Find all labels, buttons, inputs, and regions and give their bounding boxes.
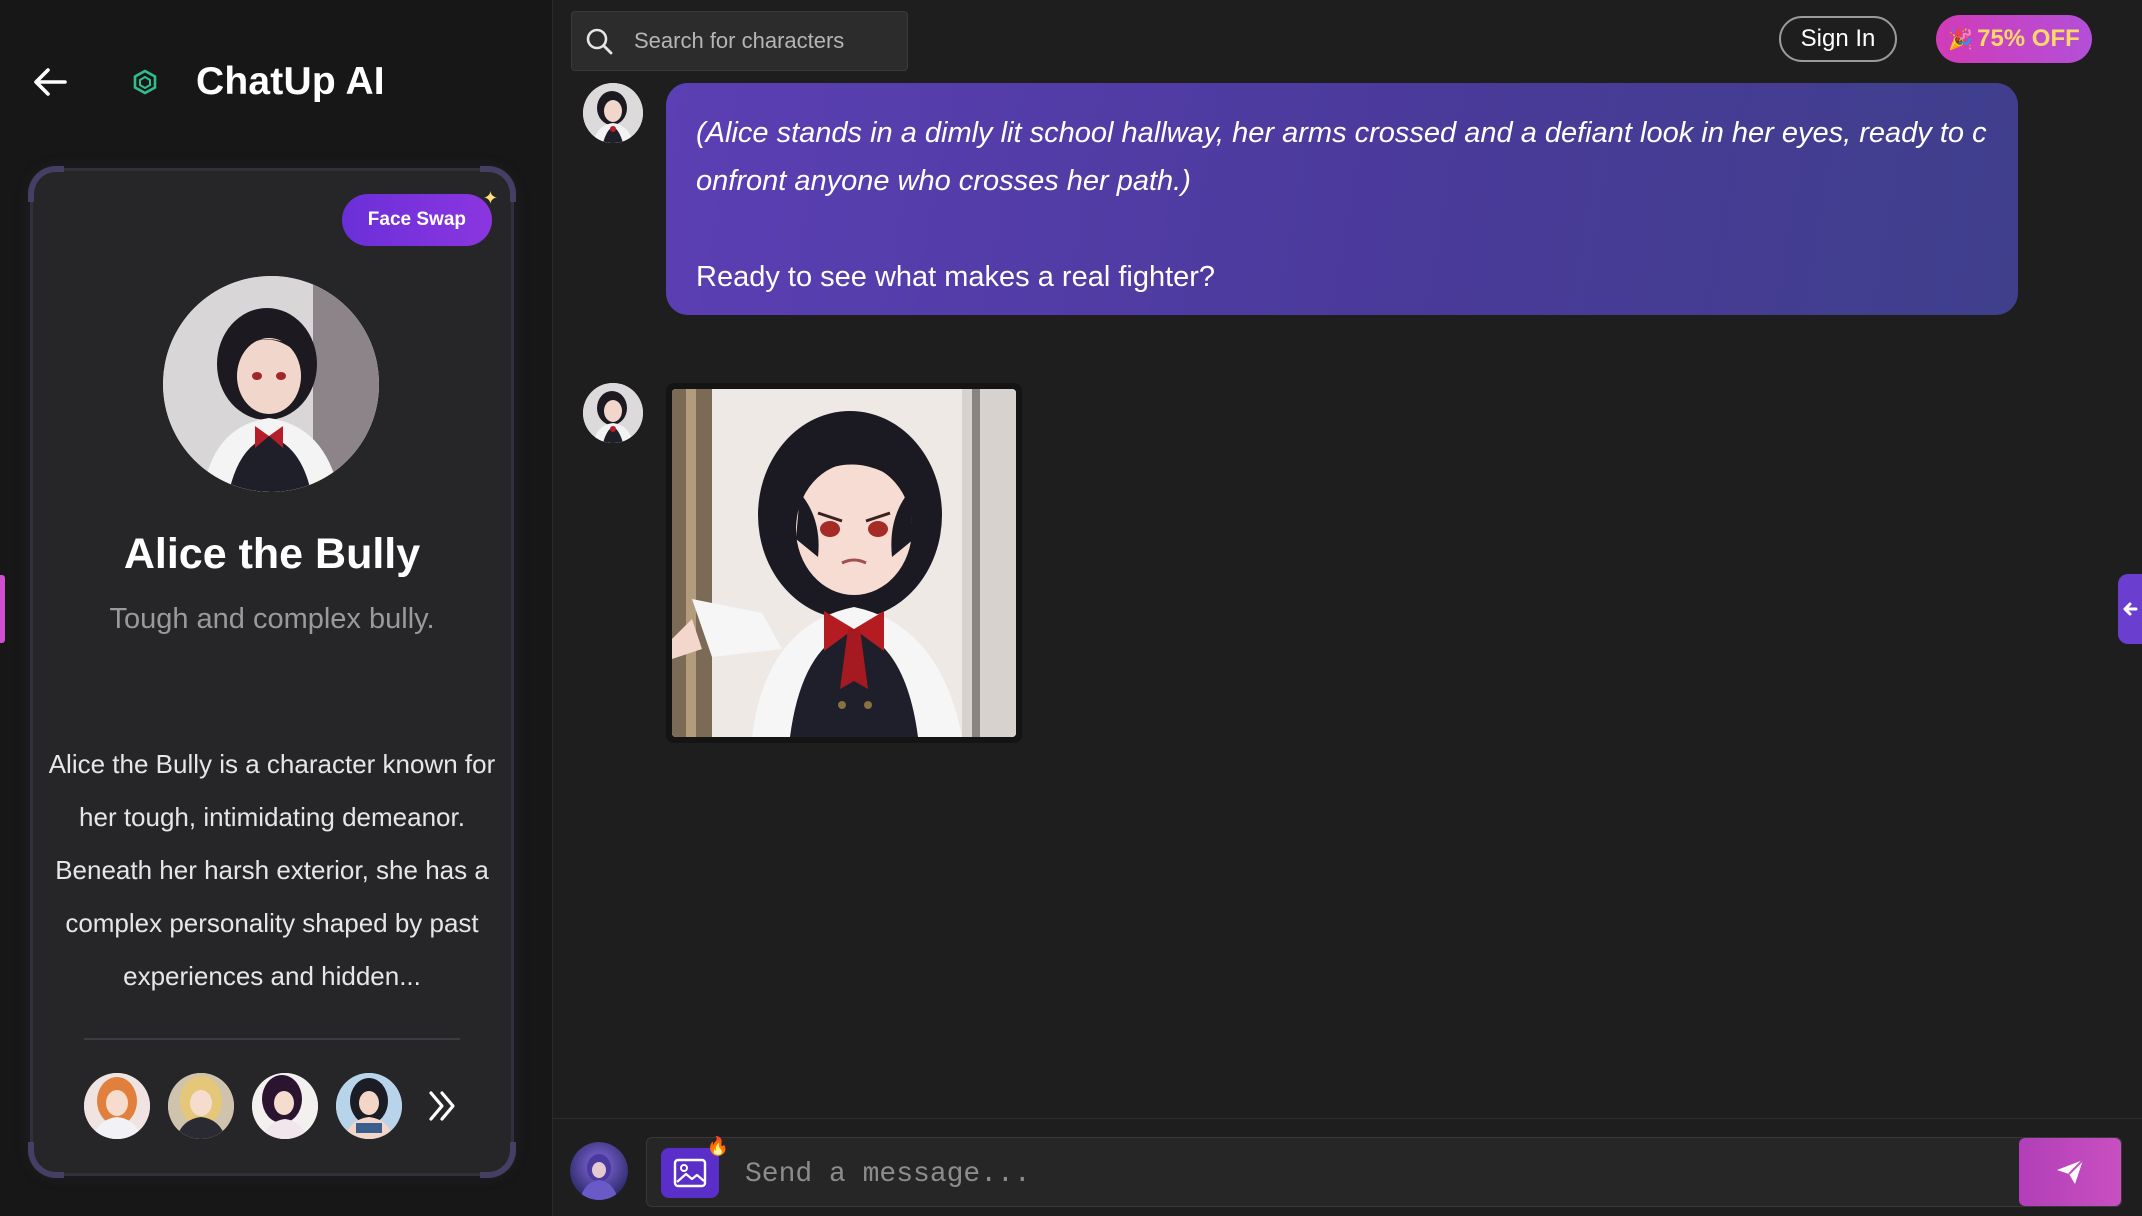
send-icon <box>2057 1159 2084 1184</box>
message-avatar[interactable] <box>583 83 643 143</box>
character-tagline: Tough and complex bully. <box>109 603 435 635</box>
promo-button[interactable]: 🎉 75% OFF <box>1936 15 2092 63</box>
fire-icon: 🔥 <box>706 1136 729 1156</box>
hexagon-logo-icon[interactable] <box>130 67 160 97</box>
related-characters <box>84 1073 464 1139</box>
message-narration: (Alice stands in a dimly lit school hall… <box>696 117 1987 197</box>
back-button[interactable] <box>30 62 70 102</box>
character-description: Alice the Bully is a character known for… <box>48 749 496 991</box>
arrow-left-icon <box>2123 602 2138 616</box>
face-swap-label: Face Swap <box>367 209 466 230</box>
related-character-avatar[interactable] <box>84 1073 150 1139</box>
sign-in-button[interactable]: Sign In <box>1779 16 1897 62</box>
user-avatar[interactable] <box>570 1142 628 1200</box>
card-corner <box>28 1142 64 1178</box>
message-text: Ready to see what makes a real fighter? <box>696 261 1216 293</box>
related-character-avatar[interactable] <box>168 1073 234 1139</box>
face-swap-button[interactable]: Face Swap ✦ <box>341 188 498 246</box>
left-edge-tab[interactable] <box>0 575 5 643</box>
party-popper-icon: 🎉 <box>1948 28 1974 51</box>
search-input[interactable] <box>632 27 896 55</box>
message-composer: 🔥 <box>646 1136 2122 1207</box>
app-title[interactable]: ChatUp AI <box>196 60 385 104</box>
generate-image-button[interactable]: 🔥 <box>661 1136 729 1198</box>
character-avatar <box>163 276 379 492</box>
search-bar[interactable] <box>571 11 908 71</box>
generated-image[interactable] <box>672 389 1016 737</box>
collapse-panel-button[interactable] <box>2118 574 2142 644</box>
composer-divider <box>553 1118 2142 1119</box>
promo-label: 75% OFF <box>1977 25 2080 52</box>
related-character-avatar[interactable] <box>252 1073 318 1139</box>
search-icon <box>582 24 616 58</box>
message-avatar[interactable] <box>583 383 643 443</box>
sparkle-icon: ✦ <box>482 188 498 208</box>
card-corner <box>28 166 64 202</box>
divider <box>84 1038 460 1040</box>
brand-header: ChatUp AI <box>30 52 385 112</box>
character-name: Alice the Bully <box>123 530 421 578</box>
related-character-avatar[interactable] <box>336 1073 402 1139</box>
send-button[interactable] <box>2019 1138 2121 1206</box>
card-corner <box>480 1142 516 1178</box>
message-input[interactable] <box>743 1150 1927 1198</box>
image-icon <box>673 1158 707 1188</box>
character-card: Face Swap ✦ Alice the Bully Tough and co… <box>28 166 516 1178</box>
character-message-bubble: (Alice stands in a dimly lit school hall… <box>666 83 2018 315</box>
generated-image-message[interactable] <box>666 383 1022 743</box>
sidebar: ChatUp AI Face Swap ✦ Alice the Bully To… <box>0 0 553 1216</box>
double-chevron-right-icon <box>429 1091 455 1121</box>
more-characters-button[interactable] <box>420 1073 464 1139</box>
arrow-left-icon <box>34 68 67 96</box>
